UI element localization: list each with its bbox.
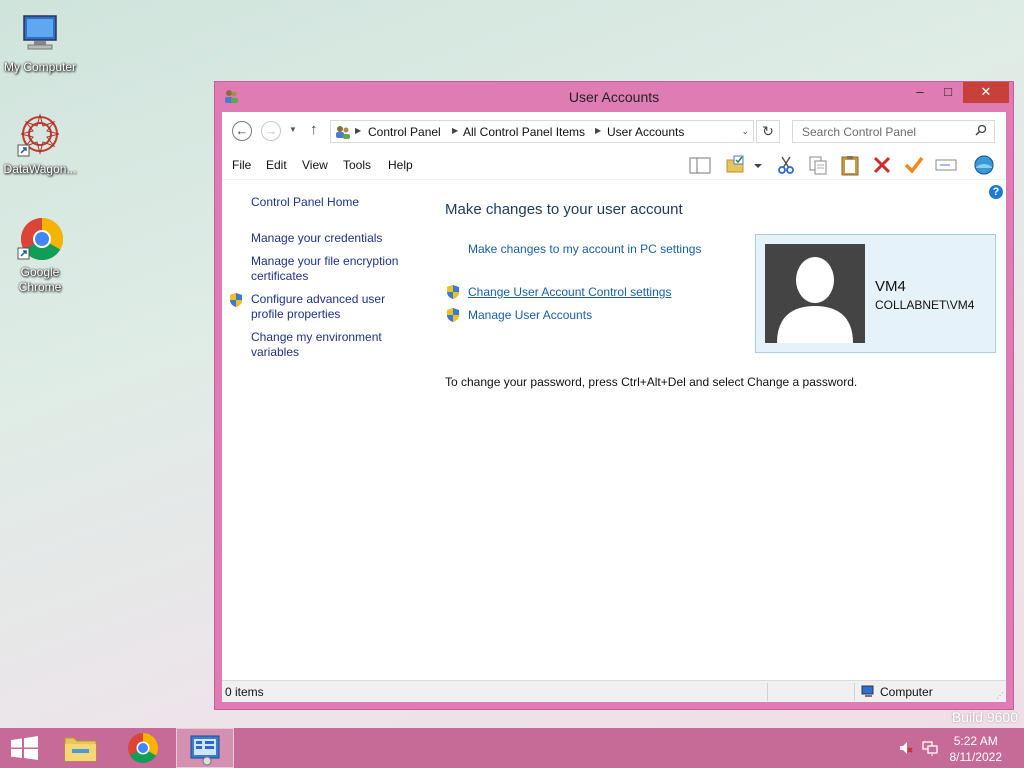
- minimize-button[interactable]: –: [907, 82, 933, 103]
- change-uac-settings-link[interactable]: Change User Account Control settings: [468, 285, 671, 299]
- taskbar-file-explorer[interactable]: [52, 728, 110, 768]
- back-button[interactable]: ←: [232, 121, 252, 141]
- file-explorer-icon: [64, 737, 97, 762]
- folder-options-icon[interactable]: [724, 154, 748, 176]
- pc-settings-link[interactable]: Make changes to my account in PC setting…: [468, 242, 701, 256]
- page-title: Make changes to your user account: [445, 201, 683, 218]
- user-domain: COLLABNET\VM4: [875, 298, 975, 312]
- manage-credentials-link[interactable]: Manage your credentials: [251, 231, 421, 246]
- start-button[interactable]: [0, 728, 58, 768]
- menu-help[interactable]: Help: [388, 158, 413, 172]
- chrome-icon: [16, 215, 64, 263]
- control-panel-icon: [335, 124, 351, 140]
- address-bar[interactable]: ▶ Control Panel ▶ All Control Panel Item…: [330, 120, 754, 143]
- up-button[interactable]: ↑: [310, 121, 318, 138]
- taskbar: 5:22 AM 8/11/2022: [0, 728, 1024, 768]
- status-divider: [767, 683, 768, 701]
- control-panel-icon: [190, 735, 220, 766]
- status-item-count: 0 items: [225, 685, 264, 699]
- refresh-button[interactable]: ↻: [756, 120, 780, 143]
- chrome-icon: [128, 733, 159, 764]
- taskbar-control-panel[interactable]: [176, 728, 234, 768]
- menu-view[interactable]: View: [302, 158, 328, 172]
- desktop-icon-google-chrome[interactable]: Google Chrome: [0, 215, 80, 295]
- avatar: [765, 244, 865, 343]
- breadcrumb-control-panel[interactable]: Control Panel: [368, 125, 441, 139]
- desktop-icon-my-computer[interactable]: My Computer: [0, 10, 80, 75]
- menu-edit[interactable]: Edit: [266, 158, 287, 172]
- computer-icon: [16, 10, 64, 58]
- status-bar: 0 items Computer ⋰: [222, 680, 1006, 702]
- search-box[interactable]: Search Control Panel: [792, 120, 995, 143]
- left-pane: Control Panel Home Manage your credentia…: [222, 180, 432, 680]
- user-accounts-window: User Accounts – □ ✕ ← → ▼ ↑ ▶ Control Pa…: [214, 81, 1014, 710]
- cut-icon[interactable]: [774, 154, 798, 176]
- breadcrumb-separator-icon[interactable]: ▶: [355, 126, 361, 135]
- delete-icon[interactable]: [870, 154, 894, 176]
- folder-options-dropdown-icon[interactable]: [752, 154, 764, 176]
- user-card: VM4 COLLABNET\VM4: [755, 234, 996, 353]
- resize-grip-icon[interactable]: ⋰: [996, 691, 1004, 700]
- uac-shield-icon: [445, 284, 461, 300]
- datawagon-icon: [16, 112, 64, 160]
- uac-shield-icon: [228, 292, 244, 308]
- uac-shield-icon: [445, 307, 461, 323]
- build-watermark: Build 9600: [951, 709, 1018, 725]
- window-title: User Accounts: [568, 89, 660, 105]
- title-bar[interactable]: User Accounts – □ ✕: [215, 82, 1013, 112]
- breadcrumb-separator-icon[interactable]: ▶: [452, 126, 458, 135]
- desktop-icon-label: DataWagon...: [3, 162, 77, 176]
- desktop-icon-datawagon[interactable]: DataWagon...: [0, 112, 80, 177]
- help-icon[interactable]: ?: [989, 185, 1003, 199]
- properties-check-icon[interactable]: [902, 154, 926, 176]
- status-divider: [854, 683, 855, 701]
- menu-file[interactable]: File: [232, 158, 251, 172]
- control-panel-home-link[interactable]: Control Panel Home: [251, 195, 421, 210]
- user-name: VM4: [875, 278, 906, 295]
- status-location: Computer: [880, 685, 933, 699]
- maximize-button[interactable]: □: [935, 82, 961, 103]
- password-instructions: To change your password, press Ctrl+Alt+…: [445, 375, 858, 389]
- forward-button[interactable]: →: [261, 121, 281, 141]
- desktop-icon-label: Google Chrome: [18, 265, 62, 294]
- clock-date: 8/11/2022: [949, 750, 1003, 764]
- configure-profile-link[interactable]: Configure advanced user profile properti…: [251, 292, 411, 322]
- recent-pages-dropdown-icon[interactable]: ▼: [289, 125, 297, 134]
- system-clock[interactable]: 5:22 AM 8/11/2022: [950, 733, 1003, 765]
- copy-icon[interactable]: [806, 154, 830, 176]
- clock-time: 5:22 AM: [953, 734, 998, 748]
- menu-tools[interactable]: Tools: [343, 158, 371, 172]
- address-history-dropdown-icon[interactable]: ⌄: [741, 126, 749, 137]
- paste-icon[interactable]: [838, 154, 862, 176]
- desktop-icon-label: My Computer: [3, 60, 77, 74]
- web-icon[interactable]: [972, 154, 996, 176]
- windows-logo-icon: [11, 736, 38, 760]
- rename-icon[interactable]: [934, 154, 958, 176]
- file-encryption-link[interactable]: Manage your file encryption certificates: [251, 254, 411, 284]
- breadcrumb-separator-icon[interactable]: ▶: [595, 126, 601, 135]
- preview-pane-icon[interactable]: [688, 154, 712, 176]
- environment-variables-link[interactable]: Change my environment variables: [251, 330, 401, 360]
- breadcrumb-all-items[interactable]: All Control Panel Items: [463, 125, 585, 139]
- search-placeholder: Search Control Panel: [802, 125, 917, 139]
- search-icon[interactable]: [975, 124, 987, 136]
- breadcrumb-user-accounts[interactable]: User Accounts: [607, 125, 684, 139]
- manage-user-accounts-link[interactable]: Manage User Accounts: [468, 308, 592, 322]
- window-client: ← → ▼ ↑ ▶ Control Panel ▶ All Control Pa…: [222, 112, 1006, 702]
- volume-muted-icon[interactable]: [898, 740, 914, 759]
- taskbar-chrome[interactable]: [114, 728, 172, 768]
- computer-icon: [861, 685, 876, 698]
- menu-bar: File Edit View Tools Help: [222, 150, 1006, 180]
- address-row: ← → ▼ ↑ ▶ Control Panel ▶ All Control Pa…: [222, 112, 1006, 150]
- close-button[interactable]: ✕: [963, 82, 1009, 103]
- network-icon[interactable]: [922, 740, 938, 759]
